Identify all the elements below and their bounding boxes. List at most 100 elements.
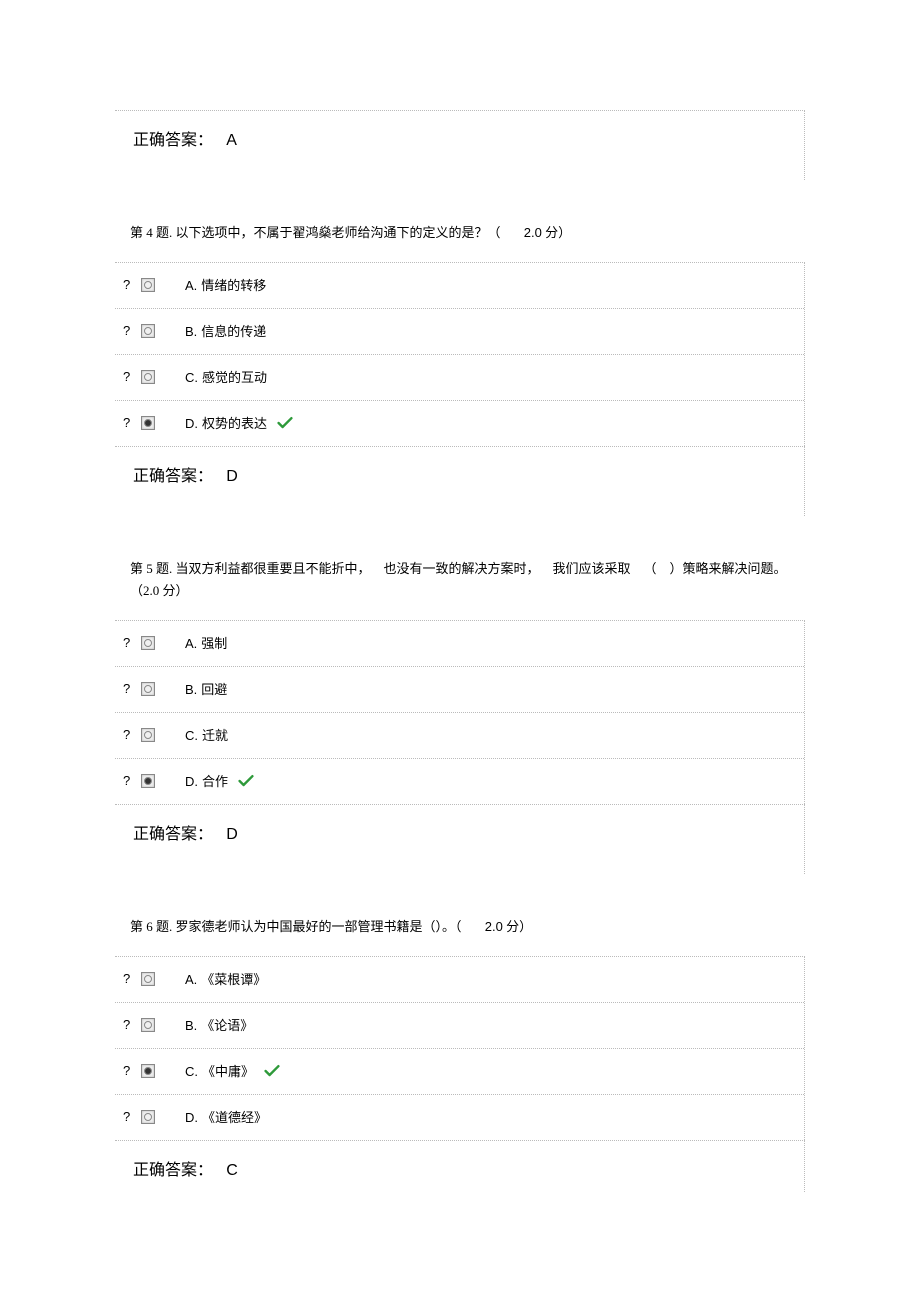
answer-letter: D (226, 468, 238, 485)
question-title: 第 5 题. 当双方利益都很重要且不能折中， 也没有一致的解决方案时， 我们应该… (130, 558, 790, 602)
option-marker: ? (123, 277, 141, 292)
radio-input[interactable] (141, 774, 155, 788)
question-number: 第 5 题. (130, 561, 172, 576)
quiz-page: 正确答案： A 第 4 题. 以下选项中，不属于翟鸿燊老师给沟通下的定义的是？（… (0, 0, 920, 1272)
check-icon (238, 774, 254, 788)
option-marker: ? (123, 971, 141, 986)
option-text: A. 情绪的转移 (185, 275, 266, 294)
option-marker: ? (123, 369, 141, 384)
question-number: 第 4 题. (130, 225, 172, 240)
answer-label: 正确答案： (133, 132, 213, 149)
question-points: 2.0 (485, 919, 503, 934)
radio-input[interactable] (141, 1064, 155, 1078)
option-text: C. 迁就 (185, 725, 228, 744)
options-block: ? A. 情绪的转移 ? B. 信息的传递 ? C.感觉的互动 ? D.权势的表达 (115, 262, 805, 446)
option-letter: D. (185, 774, 198, 789)
option-marker: ? (123, 323, 141, 338)
option-text: C.感觉的互动 (185, 367, 267, 386)
correct-answer-block: 正确答案： D (115, 446, 805, 516)
option-letter: D. (185, 416, 198, 431)
question-points: 2.0 (524, 225, 542, 240)
option-label: 感觉的互动 (202, 370, 267, 385)
options-block: ? A. 强制 ? B. 回避 ? C. 迁就 ? D. 合作 (115, 620, 805, 804)
option-marker: ? (123, 1063, 141, 1078)
option-row[interactable]: ? A. 《菜根谭》 (115, 957, 804, 1003)
option-text: B. 《论语》 (185, 1015, 253, 1034)
option-label: 《菜根谭》 (201, 972, 266, 987)
option-row[interactable]: ? C. 《中庸》 (115, 1049, 804, 1095)
radio-input[interactable] (141, 324, 155, 338)
radio-input[interactable] (141, 682, 155, 696)
check-icon (264, 1064, 280, 1078)
option-label: 回避 (201, 682, 227, 697)
radio-input[interactable] (141, 972, 155, 986)
option-label: 《中庸》 (202, 1064, 254, 1079)
option-letter: C. (185, 728, 198, 743)
answer-label: 正确答案： (133, 468, 213, 485)
option-text: A. 《菜根谭》 (185, 969, 266, 988)
option-label: 迁就 (202, 728, 228, 743)
question-text: 当双方利益都很重要且不能折中， 也没有一致的解决方案时， 我们应该采取 （ ）策… (176, 561, 787, 576)
option-letter: B. (185, 1018, 197, 1033)
option-text: D.权势的表达 (185, 413, 267, 432)
option-text: B. 信息的传递 (185, 321, 266, 340)
radio-input[interactable] (141, 636, 155, 650)
option-text: A. 强制 (185, 633, 227, 652)
option-row[interactable]: ? D. 《道德经》 (115, 1095, 804, 1140)
option-label: 情绪的转移 (201, 278, 266, 293)
option-row[interactable]: ? B.《论语》 (115, 1003, 804, 1049)
correct-answer-block: 正确答案： A (115, 110, 805, 180)
option-marker: ? (123, 681, 141, 696)
option-row[interactable]: ? C. 迁就 (115, 713, 804, 759)
answer-letter: A (226, 132, 237, 149)
option-label: 强制 (201, 636, 227, 651)
question-title: 第 4 题. 以下选项中，不属于翟鸿燊老师给沟通下的定义的是？（ 2.0 分） (130, 222, 790, 244)
answer-letter: C (226, 1162, 238, 1179)
option-letter: B. (185, 324, 197, 339)
answer-letter: D (226, 826, 238, 843)
correct-answer-block: 正确答案： C (115, 1140, 805, 1192)
option-letter: B. (185, 682, 197, 697)
option-row[interactable]: ? A. 强制 (115, 621, 804, 667)
radio-input[interactable] (141, 370, 155, 384)
option-text: C. 《中庸》 (185, 1061, 254, 1080)
option-letter: C. (185, 1064, 198, 1079)
option-letter: A. (185, 972, 197, 987)
question-title: 第 6 题. 罗家德老师认为中国最好的一部管理书籍是（）。（ 2.0 分） (130, 916, 790, 938)
check-icon (277, 416, 293, 430)
option-marker: ? (123, 727, 141, 742)
option-text: B. 回避 (185, 679, 227, 698)
option-letter: D. (185, 1110, 198, 1125)
option-row[interactable]: ? D.权势的表达 (115, 401, 804, 446)
option-marker: ? (123, 415, 141, 430)
option-letter: A. (185, 278, 197, 293)
option-marker: ? (123, 635, 141, 650)
points-unit: 分） (506, 919, 532, 934)
option-label: 信息的传递 (201, 324, 266, 339)
question-text: 以下选项中，不属于翟鸿燊老师给沟通下的定义的是？（ (176, 225, 501, 240)
option-row[interactable]: ? B. 回避 (115, 667, 804, 713)
radio-input[interactable] (141, 728, 155, 742)
question-points-inline: （2.0 分） (130, 583, 189, 598)
option-label: 《论语》 (201, 1018, 253, 1033)
option-label: 合作 (202, 774, 228, 789)
radio-input[interactable] (141, 1110, 155, 1124)
radio-input[interactable] (141, 278, 155, 292)
radio-input[interactable] (141, 1018, 155, 1032)
answer-label: 正确答案： (133, 826, 213, 843)
option-letter: A. (185, 636, 197, 651)
option-row[interactable]: ? B. 信息的传递 (115, 309, 804, 355)
points-unit: 分） (545, 225, 571, 240)
option-label: 《道德经》 (202, 1110, 267, 1125)
option-text: D. 合作 (185, 771, 228, 790)
radio-input[interactable] (141, 416, 155, 430)
option-row[interactable]: ? D. 合作 (115, 759, 804, 804)
option-row[interactable]: ? A. 情绪的转移 (115, 263, 804, 309)
option-marker: ? (123, 773, 141, 788)
option-row[interactable]: ? C.感觉的互动 (115, 355, 804, 401)
answer-label: 正确答案： (133, 1162, 213, 1179)
correct-answer-block: 正确答案： D (115, 804, 805, 874)
option-marker: ? (123, 1109, 141, 1124)
options-block: ? A. 《菜根谭》 ? B. 《论语》 ? C. 《中庸》 ? (115, 956, 805, 1140)
question-text: 罗家德老师认为中国最好的一部管理书籍是（）。（ (176, 919, 462, 934)
